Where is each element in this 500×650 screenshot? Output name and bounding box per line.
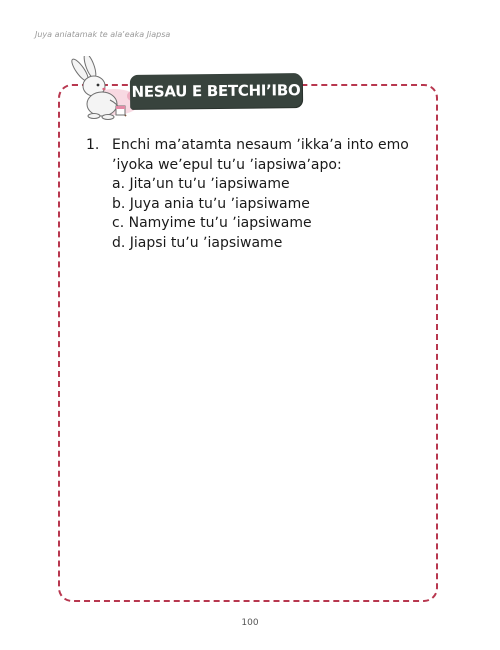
page-number: 100	[241, 618, 259, 628]
answer-options: a. Jitaʼun tuʼu ʼiapsiwame b. Juya ania …	[112, 175, 416, 253]
question-text: Enchi maʼatamta nesaum ʼikkaʼa into emo …	[112, 137, 409, 173]
answer-option-c: c. Namyime tuʼu ʼiapsiwame	[112, 215, 312, 231]
answer-option-d: d. Jiapsi tuʼu ʼiapsiwame	[112, 234, 283, 251]
question-number: 1.	[86, 137, 100, 153]
question-body: Enchi maʼatamta nesaum ʼikkaʼa into emo …	[112, 136, 416, 253]
answer-option-b: b. Juya ania tuʼu ʼiapsiwame	[112, 195, 310, 212]
question-content: 1. Enchi maʼatamta nesaum ʼikkaʼa into e…	[86, 136, 416, 253]
running-header: Juya aniatamak te alaʼeaka Jiapsa	[35, 30, 171, 39]
section-title-banner: NESAU E BETCHIʼIBO	[129, 73, 303, 109]
answer-option-a: a. Jitaʼun tuʼu ʼiapsiwame	[112, 176, 290, 192]
question-item: 1. Enchi maʼatamta nesaum ʼikkaʼa into e…	[86, 136, 416, 253]
